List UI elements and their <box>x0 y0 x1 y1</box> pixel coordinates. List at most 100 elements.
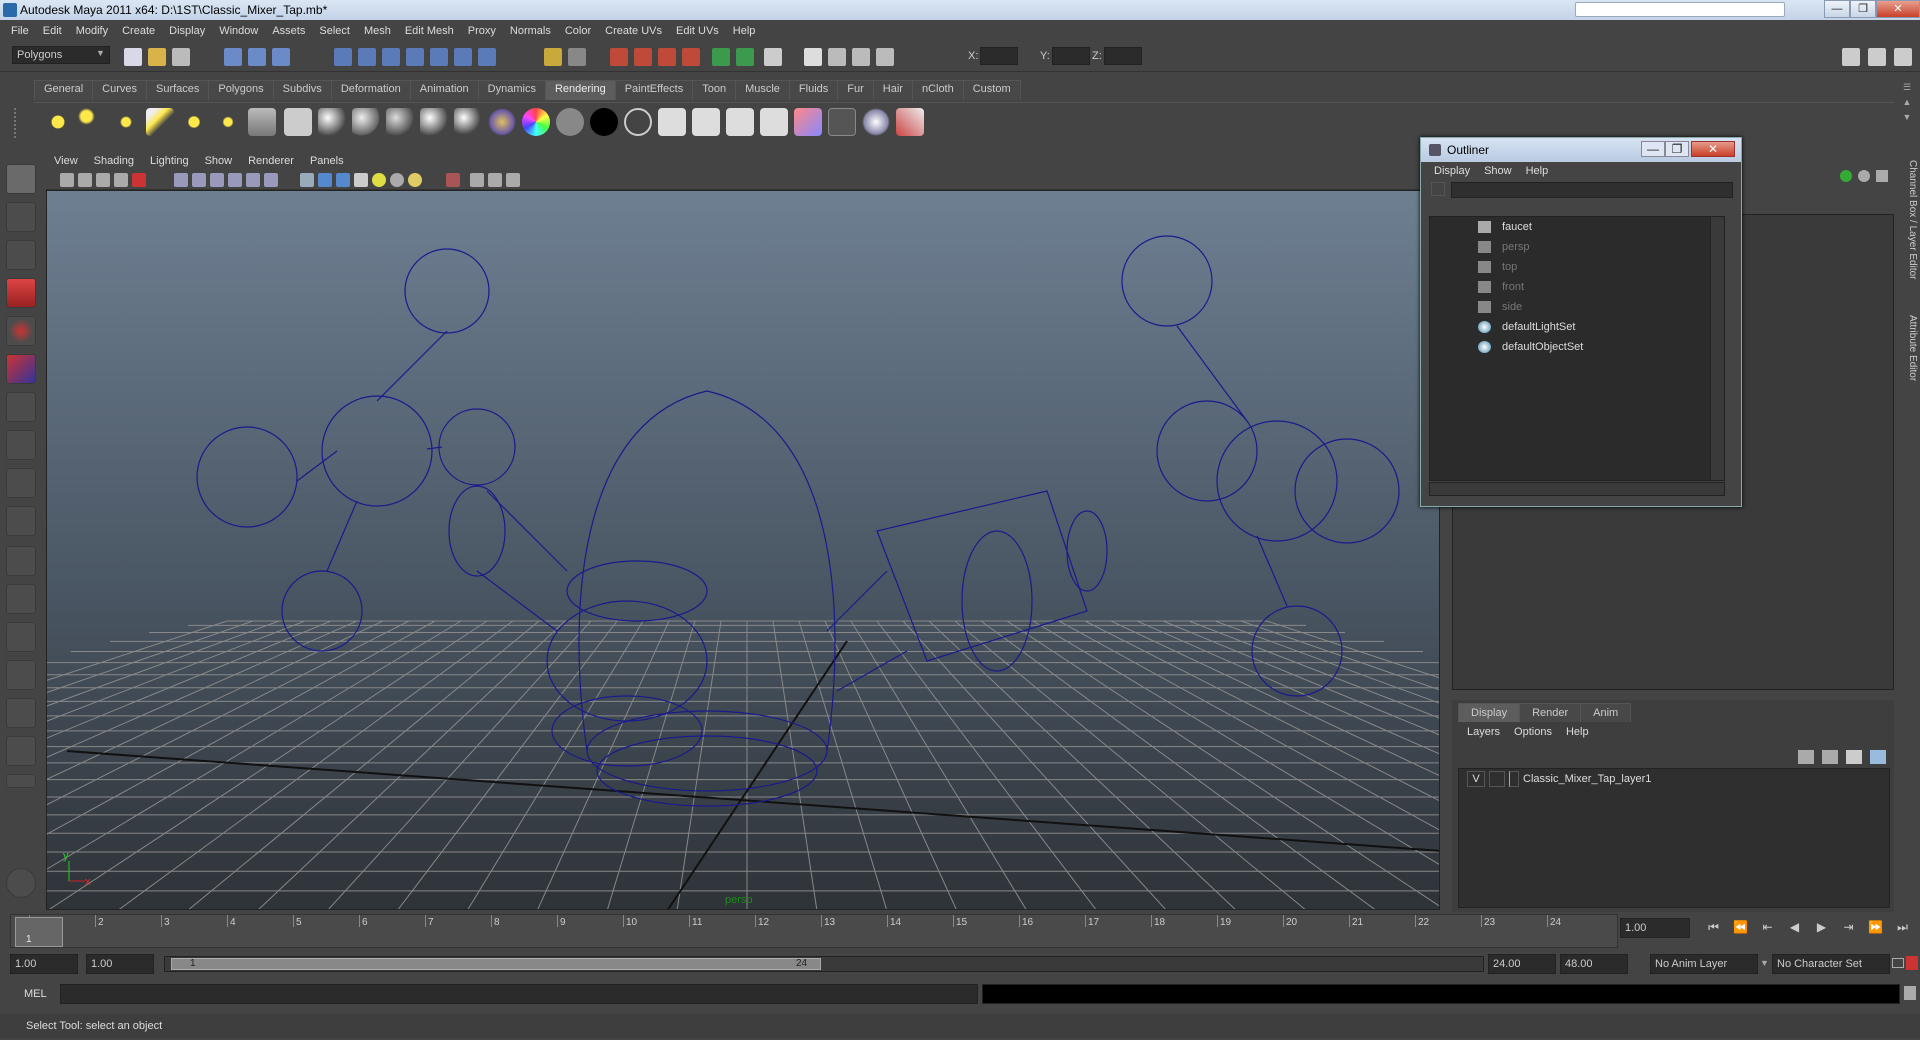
gate-mask-icon[interactable] <box>228 173 242 187</box>
menu-help[interactable]: Help <box>726 25 763 37</box>
character-set-dropdown[interactable]: No Character Set <box>1772 954 1890 974</box>
outliner-menu-display[interactable]: Display <box>1427 165 1477 177</box>
single-perspective-layout-icon[interactable] <box>6 546 36 576</box>
render-frame-icon[interactable] <box>658 108 686 136</box>
panel-menu-panels[interactable]: Panels <box>302 155 352 167</box>
shelf-tab-ncloth[interactable]: nCloth <box>911 80 964 100</box>
layer-menu-help[interactable]: Help <box>1559 726 1596 738</box>
outliner-minimize-button[interactable]: — <box>1641 141 1665 157</box>
current-time-field[interactable]: 1.00 <box>1620 918 1690 938</box>
camera-icon[interactable] <box>804 48 822 66</box>
layer-type-toggle[interactable] <box>1489 771 1505 787</box>
outliner-item-faucet[interactable]: faucet <box>1430 217 1724 237</box>
move-tool-icon[interactable] <box>6 278 36 308</box>
shelf-tab-deformation[interactable]: Deformation <box>330 80 411 100</box>
outliner-item-side[interactable]: side <box>1430 297 1724 317</box>
range-slider[interactable]: 1 24 <box>164 956 1484 972</box>
persp-outliner-layout-icon[interactable] <box>6 622 36 652</box>
ambient-light-icon[interactable] <box>44 108 72 136</box>
directional-light-icon[interactable] <box>78 108 106 136</box>
shadows-icon[interactable] <box>390 173 404 187</box>
render-sequence-icon[interactable] <box>726 108 754 136</box>
persp-graph-layout-icon[interactable] <box>6 660 36 690</box>
two-d-pan-zoom-icon[interactable] <box>132 173 146 187</box>
ipr-shelf-icon[interactable] <box>692 108 720 136</box>
select-component-icon[interactable] <box>272 48 290 66</box>
menu-file[interactable]: File <box>4 25 36 37</box>
anim-layer-dropdown[interactable]: No Anim Layer <box>1650 954 1758 974</box>
outliner-item-persp[interactable]: persp <box>1430 237 1724 257</box>
time-slider[interactable]: 123456789101112131415161718192021222324 … <box>10 914 1618 948</box>
film-gate-icon[interactable] <box>192 173 206 187</box>
soft-modification-icon[interactable] <box>6 430 36 460</box>
new-layer-selected-icon[interactable] <box>1870 750 1886 764</box>
smooth-shade-icon[interactable] <box>318 173 332 187</box>
last-tool-icon[interactable] <box>6 506 36 536</box>
phong-icon[interactable] <box>386 108 414 136</box>
menu-select[interactable]: Select <box>312 25 357 37</box>
render-view-shelf-icon[interactable] <box>284 108 312 136</box>
batch-render-icon[interactable] <box>876 48 894 66</box>
make-live-icon[interactable] <box>430 48 448 66</box>
outliner-item-defaultobjectset[interactable]: defaultObjectSet <box>1430 337 1724 357</box>
phong-e-icon[interactable] <box>420 108 448 136</box>
open-scene-icon[interactable] <box>148 48 166 66</box>
minimize-button[interactable]: — <box>1824 0 1850 18</box>
menu-color[interactable]: Color <box>558 25 598 37</box>
shelf-tab-polygons[interactable]: Polygons <box>208 80 274 100</box>
shelf-tab-dynamics[interactable]: Dynamics <box>477 80 546 100</box>
step-back-key-icon[interactable]: ⏪ <box>1727 920 1754 938</box>
auto-key-icon[interactable] <box>1892 958 1904 968</box>
field-chart-icon[interactable] <box>246 173 260 187</box>
shelf-tab-muscle[interactable]: Muscle <box>735 80 790 100</box>
image-plane-icon[interactable] <box>114 173 128 187</box>
shelf-tab-painteffects[interactable]: PaintEffects <box>614 80 694 100</box>
snap-view-plane-icon[interactable] <box>406 48 424 66</box>
select-object-icon[interactable] <box>248 48 266 66</box>
go-to-start-icon[interactable]: ⏮ <box>1700 920 1727 938</box>
render-region-icon[interactable] <box>828 48 846 66</box>
wireframe-icon[interactable] <box>300 173 314 187</box>
snap-curve-icon[interactable] <box>358 48 376 66</box>
chevron-up-icon[interactable]: ▲ <box>1900 95 1914 110</box>
snap-point-icon[interactable] <box>382 48 400 66</box>
hypershade-window-icon[interactable] <box>794 108 822 136</box>
blinn-icon[interactable] <box>352 108 380 136</box>
command-input[interactable] <box>60 984 978 1004</box>
play-backward-icon[interactable]: ◀ <box>1781 920 1808 938</box>
shelf-tab-surfaces[interactable]: Surfaces <box>145 80 210 100</box>
panel-menu-view[interactable]: View <box>46 155 86 167</box>
layered-shader-icon[interactable] <box>488 108 516 136</box>
attribute-editor-side-tab[interactable]: Attribute Editor <box>1900 315 1918 415</box>
perspective-viewport[interactable]: y x persp <box>46 190 1440 910</box>
speed-icon[interactable] <box>1858 170 1870 182</box>
use-background-icon[interactable] <box>590 108 618 136</box>
layer-tab-anim[interactable]: Anim <box>1580 703 1632 722</box>
step-back-frame-icon[interactable]: ⇤ <box>1754 920 1781 938</box>
new-scene-icon[interactable] <box>124 48 142 66</box>
outliner-filter-input[interactable] <box>1451 182 1733 198</box>
history-icon[interactable] <box>454 48 472 66</box>
select-tool-icon[interactable] <box>6 164 36 194</box>
playback-end-field[interactable]: 24.00 <box>1488 954 1556 974</box>
menu-modify[interactable]: Modify <box>69 25 115 37</box>
range-slider-handle[interactable]: 1 24 <box>171 958 821 970</box>
hypershade-icon[interactable] <box>682 48 700 66</box>
animation-start-field[interactable]: 1.00 <box>10 954 78 974</box>
use-all-lights-icon[interactable] <box>372 173 386 187</box>
select-hierarchy-icon[interactable] <box>224 48 242 66</box>
step-forward-frame-icon[interactable]: ⇥ <box>1835 920 1862 938</box>
shelf-tab-rendering[interactable]: Rendering <box>544 80 616 100</box>
tool-settings-icon[interactable] <box>736 48 754 66</box>
show-hide-panel-icon[interactable] <box>712 48 730 66</box>
chevron-down-icon[interactable]: ▼ <box>1900 110 1914 125</box>
construction-history-icon[interactable] <box>478 48 496 66</box>
hypershade-shelf-icon[interactable] <box>248 108 276 136</box>
shelf-tab-animation[interactable]: Animation <box>409 80 479 100</box>
shelf-tab-general[interactable]: General <box>34 80 94 100</box>
maximize-button[interactable]: ❐ <box>1850 0 1876 18</box>
paint-texture-icon[interactable] <box>896 108 924 136</box>
show-channel-box-icon[interactable] <box>1894 48 1912 66</box>
menu-normals[interactable]: Normals <box>503 25 558 37</box>
new-layer-icon[interactable] <box>1846 750 1862 764</box>
